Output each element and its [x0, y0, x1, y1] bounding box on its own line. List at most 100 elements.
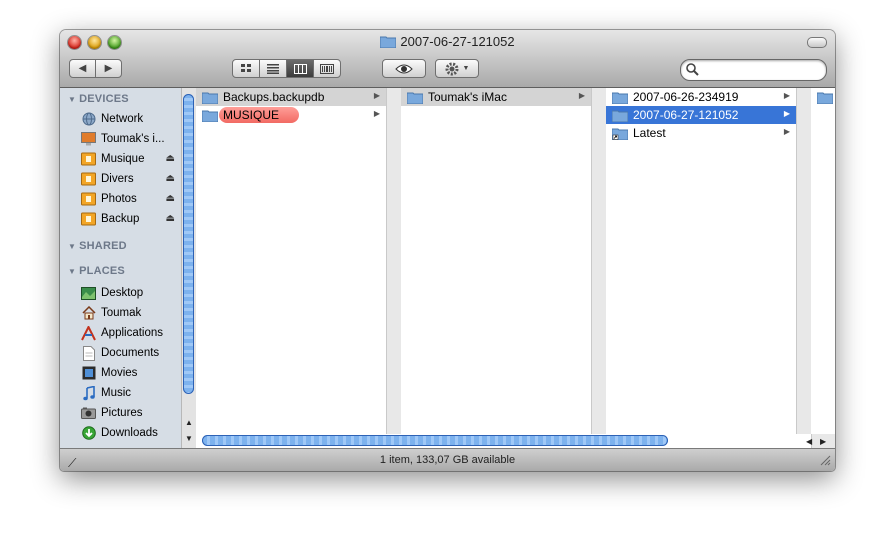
column-view-icon: [293, 63, 307, 74]
icon-view-button[interactable]: [232, 59, 260, 78]
eject-icon[interactable]: ⏏: [166, 153, 175, 164]
list-item[interactable]: MUSIQUE ▶: [196, 106, 386, 124]
disk-icon: [81, 212, 96, 227]
sidebar-item-pictures[interactable]: Pictures: [81, 404, 181, 422]
back-button[interactable]: ◀: [69, 59, 96, 78]
disclosure-triangle-icon: ▼: [68, 95, 77, 104]
sidebar-item-music[interactable]: Music: [81, 384, 181, 402]
eject-icon[interactable]: ⏏: [166, 173, 175, 184]
search-icon: [686, 63, 699, 76]
sidebar-item-label: Movies: [101, 367, 138, 379]
pictures-icon: [81, 406, 96, 421]
chevron-right-icon: ▶: [783, 109, 790, 118]
applications-icon: [81, 325, 96, 341]
scrollbar-thumb[interactable]: [183, 94, 194, 394]
sidebar-item-label: Toumak: [101, 307, 142, 319]
folder-icon: [407, 92, 423, 104]
list-view-icon: [267, 63, 279, 74]
sidebar-item-label: Pictures: [101, 407, 143, 419]
sidebar-item-label: Musique: [101, 153, 145, 165]
desktop-icon: [81, 286, 96, 301]
sidebar-item-label: Documents: [101, 347, 160, 359]
folder-icon: [202, 92, 218, 104]
eject-icon[interactable]: ⏏: [166, 193, 175, 204]
item-label: Toumak's iMac: [428, 90, 507, 104]
sidebar-section-places[interactable]: ▼ PLACES: [68, 265, 125, 277]
scroll-right-arrow-icon[interactable]: ▶: [820, 437, 826, 446]
sidebar-item-divers[interactable]: Divers ⏏: [81, 170, 181, 188]
search-input[interactable]: [680, 59, 827, 81]
finder-window: 2007-06-27-121052 ◀ ▶ ▼ ▼ DEVICES Networ…: [60, 30, 835, 471]
coverflow-view-icon: [320, 63, 334, 74]
scroll-down-arrow-icon[interactable]: ▼: [185, 434, 193, 443]
quick-look-button[interactable]: [382, 59, 426, 78]
network-globe-icon: [81, 112, 96, 127]
folder-icon: [612, 110, 628, 122]
item-label: Backups.backupdb: [223, 90, 325, 104]
sidebar-scrollbar[interactable]: ▲ ▼: [181, 88, 196, 448]
horizontal-scrollbar[interactable]: [196, 434, 806, 448]
list-item[interactable]: Backups.backupdb ▶: [196, 88, 386, 106]
browser-column-1: Backups.backupdb ▶ MUSIQUE ▶: [196, 88, 387, 434]
item-label: 2007-06-26-234919: [633, 90, 739, 104]
sidebar-item-label: Network: [101, 113, 144, 125]
toolbar-toggle-button[interactable]: [807, 37, 827, 48]
sidebar-item-photos[interactable]: Photos ⏏: [81, 190, 181, 208]
chevron-down-icon: ▼: [462, 65, 470, 72]
window-title-text: 2007-06-27-121052: [400, 34, 515, 49]
downloads-icon: [81, 426, 96, 441]
sidebar-item-backup[interactable]: Backup ⏏: [81, 210, 181, 228]
imac-icon: [81, 132, 96, 147]
list-item[interactable]: 2007-06-26-234919 ▶: [606, 88, 796, 106]
sidebar-item-musique[interactable]: Musique ⏏: [81, 150, 181, 168]
sidebar-item-label: Downloads: [101, 427, 158, 439]
folder-icon: [612, 92, 628, 104]
list-item[interactable]: [811, 88, 835, 106]
section-title: PLACES: [79, 265, 125, 277]
resize-grip-icon[interactable]: [820, 455, 831, 466]
status-bar: ⟋ 1 item, 133,07 GB available: [60, 448, 835, 471]
sidebar-item-applications[interactable]: Applications: [81, 324, 181, 342]
sidebar-item-desktop[interactable]: Desktop: [81, 284, 181, 302]
sidebar-item-network[interactable]: Network: [81, 110, 181, 128]
section-title: DEVICES: [79, 93, 129, 105]
disk-icon: [81, 152, 96, 167]
eject-icon[interactable]: ⏏: [166, 213, 175, 224]
sidebar-item-movies[interactable]: Movies: [81, 364, 181, 382]
sidebar-item-imac[interactable]: Toumak's i...: [81, 130, 181, 148]
sidebar-section-shared[interactable]: ▼ SHARED: [68, 240, 127, 252]
sidebar-resize-icon[interactable]: ⟋: [68, 452, 76, 471]
column-view-button[interactable]: [286, 59, 314, 78]
action-menu-button[interactable]: ▼: [435, 59, 479, 78]
sidebar-item-downloads[interactable]: Downloads: [81, 424, 181, 442]
chevron-right-icon: ▶: [578, 91, 585, 100]
sidebar-item-label: Applications: [101, 327, 164, 339]
sidebar-item-home[interactable]: Toumak: [81, 304, 181, 322]
disclosure-triangle-icon: ▼: [68, 242, 77, 251]
scrollbar-thumb[interactable]: [202, 435, 668, 446]
sidebar-item-label: Photos: [101, 193, 137, 205]
list-view-button[interactable]: [259, 59, 287, 78]
window-title: 2007-06-27-121052: [60, 34, 835, 49]
music-icon: [81, 385, 96, 401]
chevron-right-icon: ▶: [783, 127, 790, 136]
scroll-left-arrow-icon[interactable]: ◀: [806, 437, 812, 446]
sidebar: ▼ DEVICES Network Toumak's i... Musique ⏏…: [60, 88, 181, 448]
sidebar-item-label: Toumak's i...: [101, 133, 165, 145]
section-title: SHARED: [79, 240, 127, 252]
forward-button[interactable]: ▶: [95, 59, 122, 78]
coverflow-view-button[interactable]: [313, 59, 341, 78]
chevron-right-icon: ▶: [783, 91, 790, 100]
sidebar-item-label: Divers: [101, 173, 134, 185]
folder-icon: [380, 36, 397, 48]
disclosure-triangle-icon: ▼: [68, 267, 77, 276]
list-item[interactable]: Latest ▶: [606, 124, 796, 142]
list-item[interactable]: Toumak's iMac ▶: [401, 88, 591, 106]
back-arrow-icon: ◀: [78, 63, 87, 74]
sidebar-item-documents[interactable]: Documents: [81, 344, 181, 362]
list-item[interactable]: 2007-06-27-121052 ▶: [606, 106, 796, 124]
home-icon: [81, 306, 96, 321]
item-label: MUSIQUE: [219, 107, 300, 123]
sidebar-section-devices[interactable]: ▼ DEVICES: [68, 93, 129, 105]
scroll-up-arrow-icon[interactable]: ▲: [185, 418, 193, 427]
